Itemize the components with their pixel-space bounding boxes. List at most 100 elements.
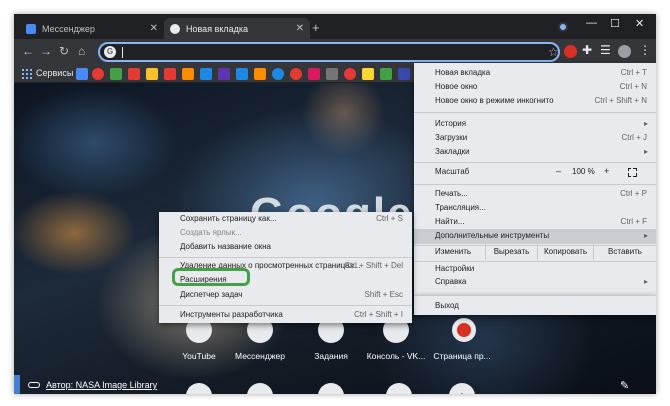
extensions-highlight-box	[172, 268, 250, 286]
address-bar[interactable]: G ☆	[98, 42, 560, 62]
menu-print[interactable]: Печать... Ctrl + P	[414, 187, 656, 201]
shortcut-tasks[interactable]: Задания	[301, 317, 361, 361]
shortcut-label: Задания	[314, 351, 348, 361]
fullscreen-icon[interactable]	[627, 167, 637, 177]
shortcut-label: YouTube	[182, 351, 216, 361]
menu-more-tools[interactable]: Дополнительные инструменты ▸	[414, 229, 656, 244]
tab-title: Новая вкладка	[186, 23, 249, 34]
submenu-name-window[interactable]: Добавить название окна	[159, 240, 412, 254]
shortcut-vk-console[interactable]: Консоль - VK...	[366, 317, 426, 361]
bookmark-icon[interactable]	[308, 68, 320, 80]
menu-settings[interactable]: Настройки	[414, 262, 656, 276]
zoom-label: Масштаб	[435, 167, 470, 176]
shortcut-page[interactable]: Страница пр...	[432, 317, 492, 361]
apps-label[interactable]: Сервисы	[36, 68, 73, 78]
bookmark-icon[interactable]	[164, 68, 176, 80]
bookmark-icon[interactable]	[254, 68, 266, 80]
maximize-button[interactable]: ☐	[610, 17, 620, 30]
menu-bookmarks[interactable]: Закладки ▸	[414, 145, 656, 159]
menu-exit[interactable]: Выход	[414, 299, 656, 313]
reading-list-icon[interactable]: ☰	[600, 43, 611, 57]
bookmark-icon[interactable]	[362, 68, 374, 80]
menu-cast[interactable]: Трансляция...	[414, 201, 656, 215]
close-window-button[interactable]: ✕	[635, 17, 644, 30]
tab-messenger[interactable]: Мессенджер ✕	[20, 18, 164, 39]
tab-close-icon[interactable]: ✕	[296, 23, 304, 34]
zoom-in-button[interactable]: +	[604, 166, 609, 176]
shortcut-messenger[interactable]: Мессенджер	[230, 317, 290, 361]
attribution-link[interactable]: Автор: NASA Image Library	[46, 380, 157, 390]
text-caret	[122, 47, 123, 58]
tab-close-icon[interactable]: ✕	[150, 23, 158, 34]
new-tab-plus-icon[interactable]: +	[312, 20, 320, 35]
browser-window: Мессенджер ✕ Новая вкладка ✕ + — ☐ ✕ ← →…	[14, 14, 656, 394]
submenu-task-manager[interactable]: Диспетчер задач Shift + Esc	[159, 288, 412, 302]
menu-divider	[414, 184, 656, 185]
shortcut-label: Мессенджер	[235, 351, 285, 361]
bookmark-icon[interactable]	[92, 68, 104, 80]
bookmark-icon[interactable]	[76, 68, 88, 80]
customize-pencil-icon[interactable]: ✎	[620, 379, 629, 392]
bookmark-icon[interactable]	[272, 68, 284, 80]
submenu-save-page[interactable]: Сохранить страницу как... Ctrl + S	[159, 212, 412, 226]
shortcut-label: Страница пр...	[433, 351, 491, 361]
menu-divider	[414, 112, 656, 113]
bookmark-icon[interactable]	[290, 68, 302, 80]
tab-strip: Мессенджер ✕ Новая вкладка ✕ + — ☐ ✕	[14, 14, 656, 39]
profile-indicator-icon[interactable]	[558, 22, 568, 32]
submenu-create-shortcut[interactable]: Создать ярлык...	[159, 226, 412, 240]
menu-history[interactable]: История ▸	[414, 117, 656, 131]
shortcut-youtube[interactable]: YouTube	[169, 317, 229, 361]
menu-new-window[interactable]: Новое окно Ctrl + N	[414, 80, 656, 94]
menu-exit-area: Выход	[414, 295, 656, 315]
menu-kebab-icon[interactable]: ⋮	[639, 43, 651, 57]
bookmark-icon[interactable]	[218, 68, 230, 80]
submenu-divider	[159, 305, 412, 306]
bookmark-star-icon[interactable]: ☆	[548, 45, 559, 59]
link-icon	[28, 382, 40, 388]
tab-new-tab[interactable]: Новая вкладка ✕	[164, 18, 310, 39]
paste-button[interactable]: Вставить	[593, 244, 656, 260]
bookmark-icon[interactable]	[380, 68, 392, 80]
zoom-out-button[interactable]: –	[556, 166, 561, 176]
shortcut-icon[interactable]	[247, 383, 273, 394]
edit-label: Изменить	[435, 247, 472, 256]
bookmark-icon[interactable]	[128, 68, 140, 80]
submenu-divider	[159, 257, 412, 258]
back-button[interactable]: ←	[22, 44, 34, 58]
extension-icon[interactable]	[564, 45, 577, 58]
bookmark-icon[interactable]	[200, 68, 212, 80]
bookmark-icon[interactable]	[236, 68, 248, 80]
minimize-button[interactable]: —	[586, 17, 597, 29]
cut-button[interactable]: Вырезать	[485, 244, 537, 260]
menu-incognito[interactable]: Новое окно в режиме инкогнито Ctrl + Shi…	[414, 94, 656, 108]
tab-title: Мессенджер	[42, 23, 95, 34]
profile-avatar-icon[interactable]	[618, 45, 631, 58]
bookmark-icon[interactable]	[398, 68, 410, 80]
submenu-devtools[interactable]: Инструменты разработчика Ctrl + Shift + …	[159, 308, 412, 322]
menu-divider	[414, 162, 656, 163]
shortcut-icon[interactable]	[386, 383, 412, 394]
shortcut-icon[interactable]	[318, 383, 344, 394]
forward-button[interactable]: →	[40, 44, 52, 58]
copy-button[interactable]: Копировать	[537, 244, 593, 260]
bookmark-icon[interactable]	[110, 68, 122, 80]
menu-downloads[interactable]: Загрузки Ctrl + J	[414, 131, 656, 145]
submenu-arrow-icon: ▸	[643, 231, 648, 240]
menu-find[interactable]: Найти... Ctrl + F	[414, 215, 656, 229]
menu-help[interactable]: Справка ▸	[414, 275, 656, 289]
extensions-puzzle-icon[interactable]: ✚	[582, 43, 592, 57]
home-button[interactable]: ⌂	[78, 44, 85, 58]
bookmark-icon[interactable]	[182, 68, 194, 80]
add-shortcut-plus-icon[interactable]: +	[449, 383, 475, 394]
bookmark-icon[interactable]	[146, 68, 158, 80]
apps-grid-icon[interactable]	[22, 69, 32, 79]
bookmark-icon[interactable]	[344, 68, 356, 80]
submenu-arrow-icon: ▸	[643, 277, 648, 286]
reload-button[interactable]: ↻	[59, 44, 69, 58]
wifi-shortcut-icon[interactable]	[186, 383, 212, 394]
bookmark-icon[interactable]	[326, 68, 338, 80]
toolbar: ← → ↻ ⌂ G ☆ ✚ ☰ ⋮	[14, 39, 656, 65]
menu-new-tab[interactable]: Новая вкладка Ctrl + T	[414, 66, 656, 80]
background-attribution[interactable]: Автор: NASA Image Library	[28, 380, 157, 390]
